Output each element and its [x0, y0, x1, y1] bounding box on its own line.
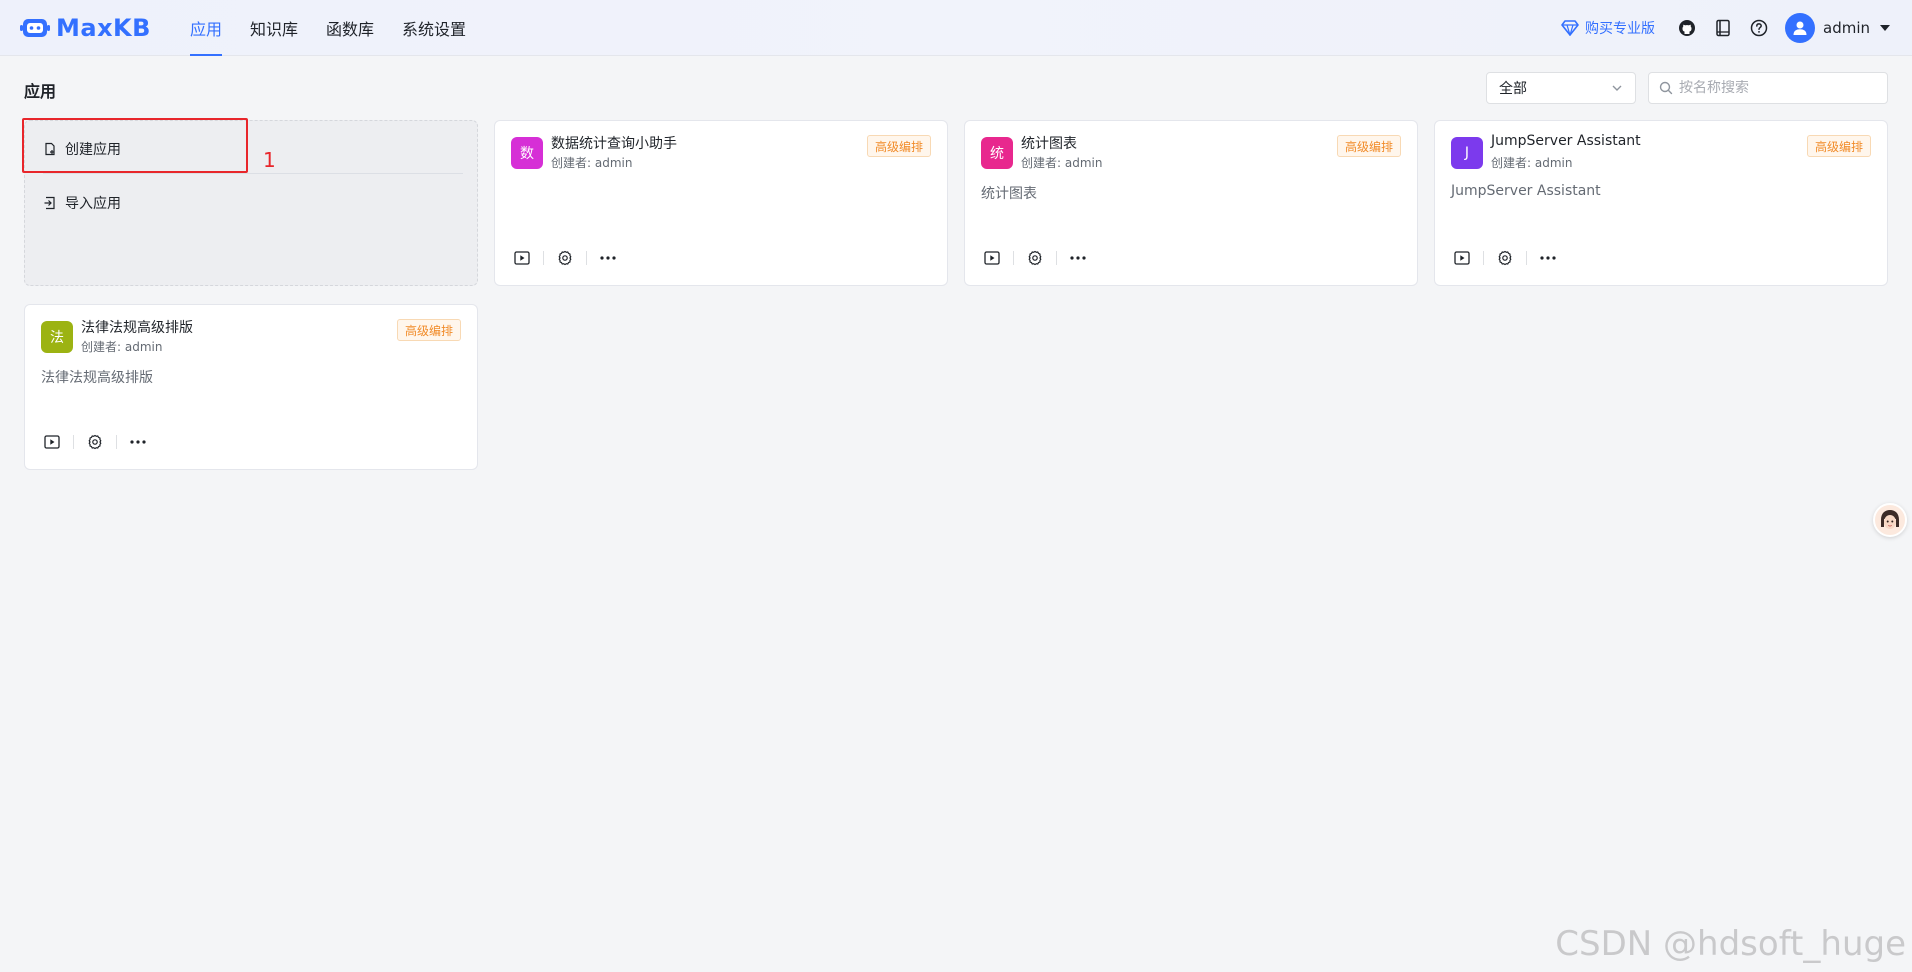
- app-description: 统计图表: [981, 186, 1037, 202]
- more-icon[interactable]: [1537, 247, 1559, 269]
- user-menu[interactable]: admin: [1785, 13, 1890, 43]
- search-icon: [1659, 81, 1673, 95]
- book-icon[interactable]: [1713, 18, 1733, 38]
- import-app-button[interactable]: 导入应用: [43, 193, 121, 213]
- settings-gear-icon[interactable]: [1024, 247, 1046, 269]
- help-icon[interactable]: [1749, 18, 1769, 38]
- divider: [1013, 251, 1014, 265]
- app-type-tag: 高级编排: [866, 135, 931, 157]
- app-card[interactable]: 数 数据统计查询小助手 创建者: admin 高级编排: [494, 120, 948, 286]
- demo-play-icon[interactable]: [511, 247, 533, 269]
- app-creator: 创建者: admin: [1021, 156, 1103, 170]
- more-icon[interactable]: [127, 431, 149, 453]
- logo[interactable]: MaxKB: [20, 13, 151, 43]
- create-app-card: 创建应用 导入应用: [24, 120, 478, 286]
- divider: [43, 173, 463, 174]
- divider: [116, 435, 117, 449]
- settings-gear-icon[interactable]: [84, 431, 106, 453]
- divider: [73, 435, 74, 449]
- user-icon: [1793, 21, 1807, 35]
- app-avatar: 法: [41, 321, 73, 353]
- create-app-button[interactable]: 创建应用: [43, 139, 121, 159]
- import-icon: [44, 196, 55, 210]
- assistant-avatar-icon[interactable]: [1873, 503, 1907, 537]
- app-creator: 创建者: admin: [551, 156, 633, 170]
- app-avatar: 统: [981, 137, 1013, 169]
- app-type-tag: 高级编排: [396, 319, 461, 341]
- more-icon[interactable]: [1067, 247, 1089, 269]
- chevron-down-icon: [1612, 85, 1622, 91]
- user-name: admin: [1823, 19, 1870, 37]
- card-actions: [1451, 247, 1559, 269]
- upgrade-link[interactable]: 购买专业版: [1561, 18, 1655, 38]
- app-name: 数据统计查询小助手: [551, 136, 677, 152]
- divider: [1526, 251, 1527, 265]
- nav-item-knowledge[interactable]: 知识库: [236, 0, 312, 56]
- settings-gear-icon[interactable]: [1494, 247, 1516, 269]
- app-creator: 创建者: admin: [1491, 156, 1573, 170]
- app-card[interactable]: 统 统计图表 创建者: admin 高级编排 统计图表: [964, 120, 1418, 286]
- divider: [1056, 251, 1057, 265]
- app-name: JumpServer Assistant: [1491, 133, 1641, 149]
- app-name: 统计图表: [1021, 136, 1077, 152]
- top-header: MaxKB 应用 知识库 函数库 系统设置 购买专业版 admin: [0, 0, 1912, 56]
- app-avatar: 数: [511, 137, 543, 169]
- type-filter-value: 全部: [1499, 81, 1527, 97]
- app-type-tag: 高级编排: [1336, 135, 1401, 157]
- card-actions: [981, 247, 1089, 269]
- page-title: 应用: [24, 82, 57, 101]
- more-icon[interactable]: [597, 247, 619, 269]
- new-file-icon: [45, 142, 55, 156]
- diamond-icon: [1561, 20, 1579, 36]
- import-app-label: 导入应用: [65, 196, 121, 212]
- app-card[interactable]: 法 法律法规高级排版 创建者: admin 高级编排 法律法规高级排版: [24, 304, 478, 470]
- divider: [543, 251, 544, 265]
- search-box: [1648, 72, 1888, 104]
- app-description: JumpServer Assistant: [1451, 183, 1601, 199]
- divider: [1483, 251, 1484, 265]
- avatar: [1785, 13, 1815, 43]
- robot-logo-icon: [20, 19, 50, 37]
- demo-play-icon[interactable]: [981, 247, 1003, 269]
- nav-item-functions[interactable]: 函数库: [312, 0, 388, 56]
- card-actions: [511, 247, 619, 269]
- app-type-tag: 高级编排: [1806, 135, 1871, 157]
- nav-item-apps[interactable]: 应用: [176, 0, 236, 56]
- type-filter-select[interactable]: 全部: [1486, 72, 1636, 104]
- annotation-number: 1: [263, 148, 276, 172]
- settings-gear-icon[interactable]: [554, 247, 576, 269]
- demo-play-icon[interactable]: [1451, 247, 1473, 269]
- app-creator: 创建者: admin: [81, 340, 163, 354]
- card-actions: [41, 431, 149, 453]
- app-avatar: J: [1451, 137, 1483, 169]
- header-actions: 购买专业版 admin: [1561, 0, 1890, 56]
- app-description: 法律法规高级排版: [41, 370, 153, 386]
- watermark: CSDN @hdsoft_huge: [1555, 924, 1906, 964]
- app-card[interactable]: J JumpServer Assistant 创建者: admin 高级编排 J…: [1434, 120, 1888, 286]
- app-name: 法律法规高级排版: [81, 320, 193, 336]
- upgrade-label: 购买专业版: [1585, 21, 1655, 37]
- search-input[interactable]: [1679, 80, 1869, 96]
- divider: [586, 251, 587, 265]
- logo-text: MaxKB: [56, 14, 151, 42]
- github-icon[interactable]: [1677, 18, 1697, 38]
- demo-play-icon[interactable]: [41, 431, 63, 453]
- caret-down-icon: [1880, 25, 1890, 31]
- nav-item-settings[interactable]: 系统设置: [388, 0, 480, 56]
- main-nav: 应用 知识库 函数库 系统设置: [176, 0, 480, 56]
- create-app-label: 创建应用: [65, 142, 121, 158]
